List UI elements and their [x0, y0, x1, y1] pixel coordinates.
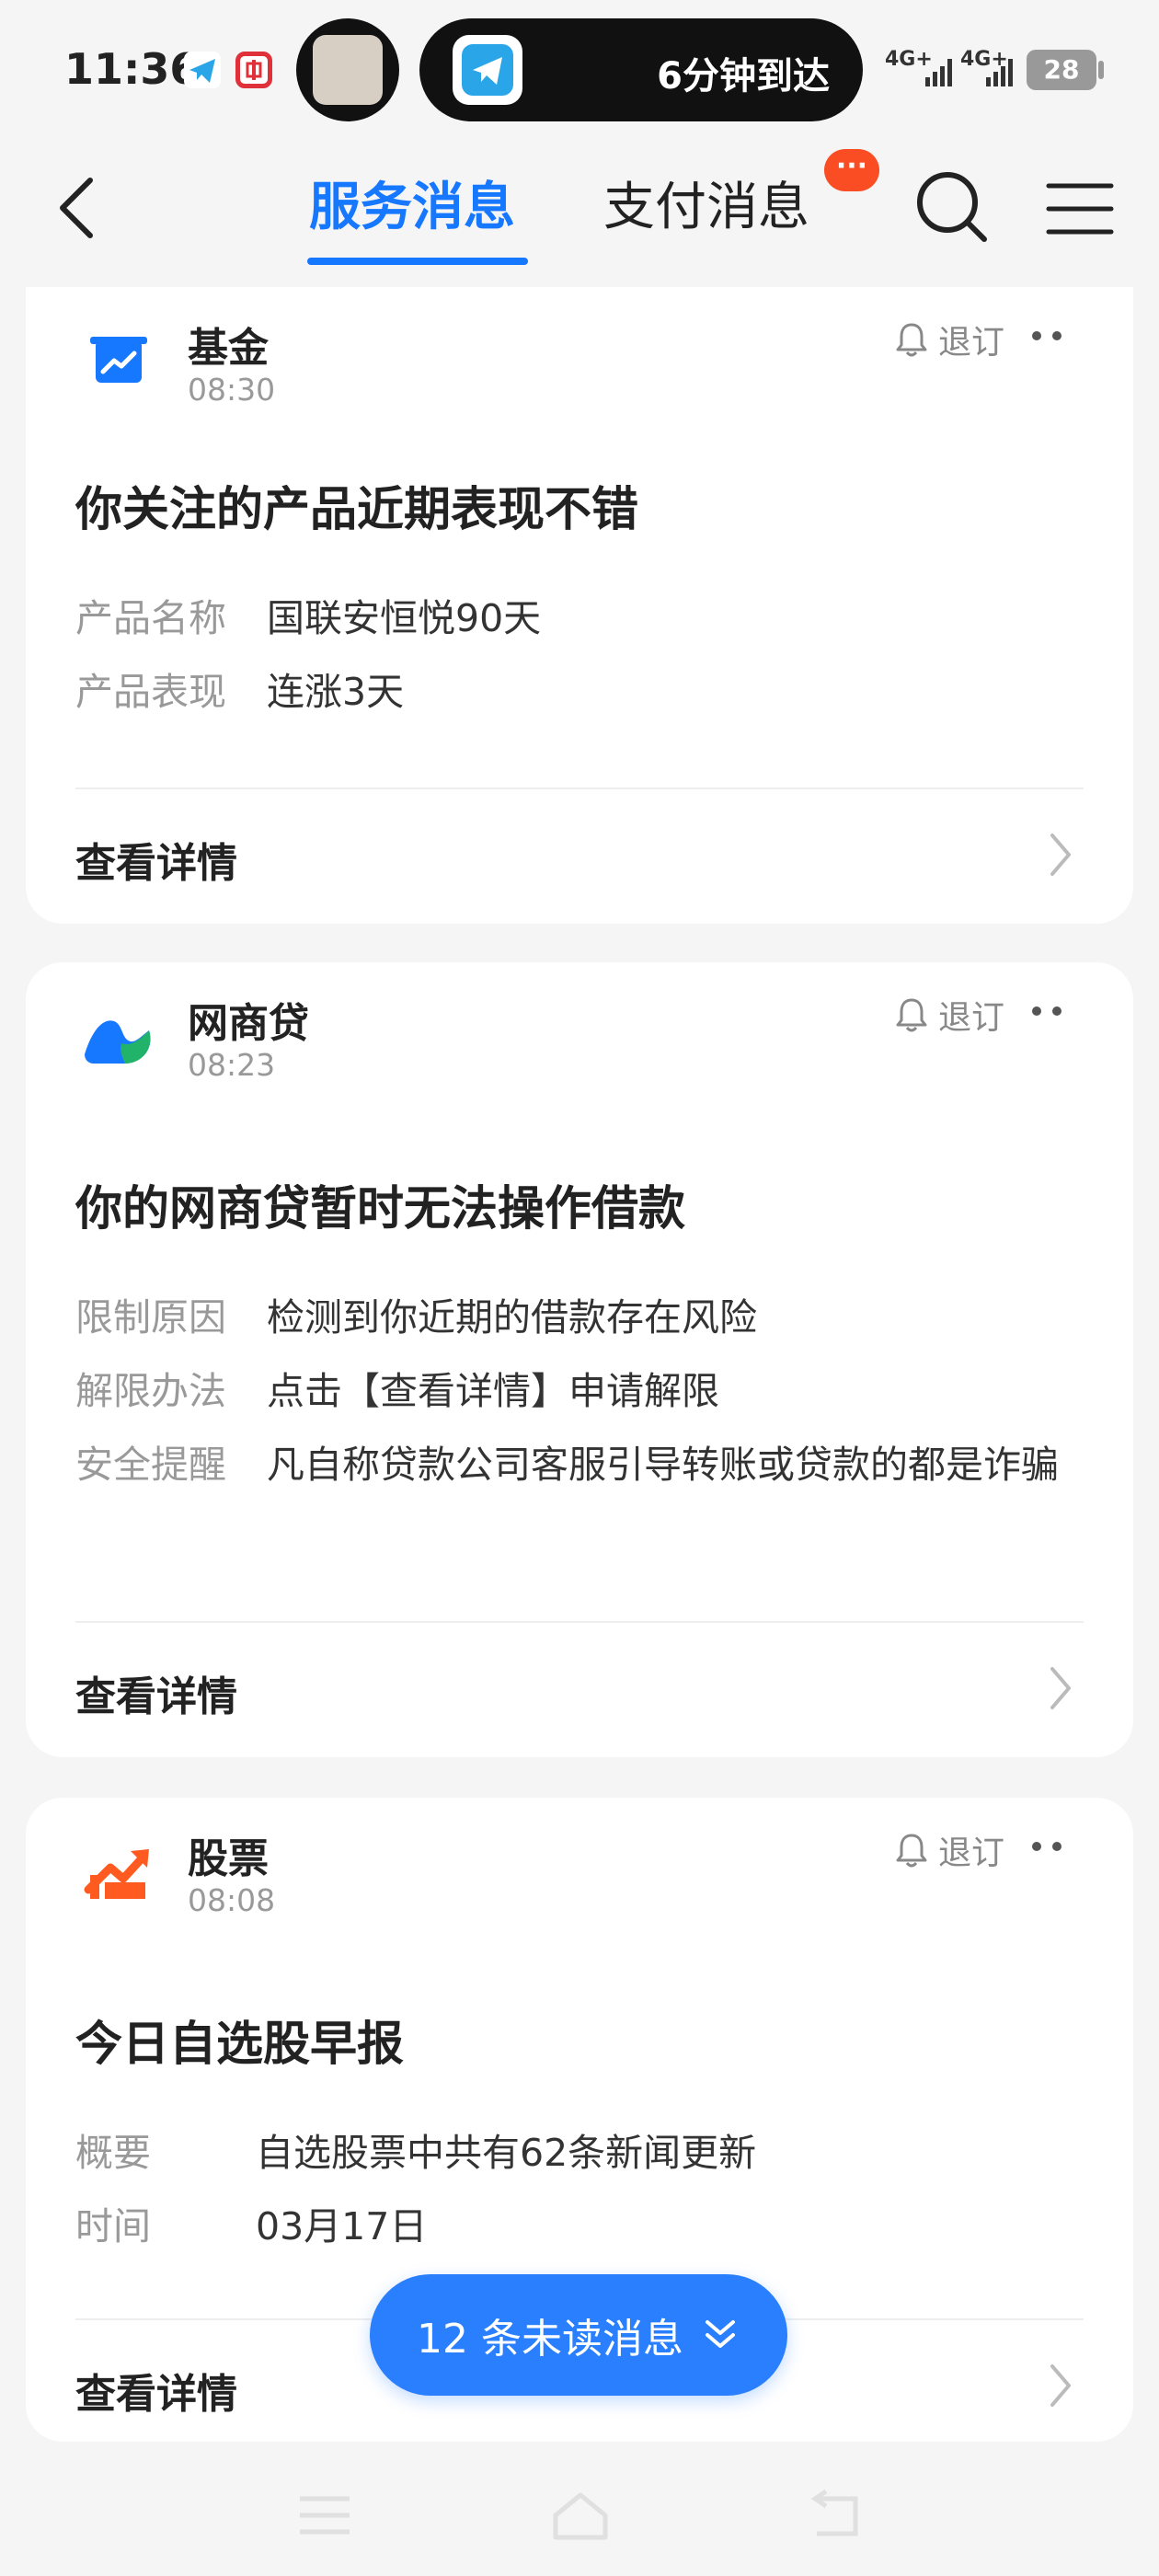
- battery-icon: [1098, 61, 1104, 79]
- unsubscribe-label: 退订: [937, 999, 1004, 1037]
- avatar: [313, 35, 383, 105]
- view-details-link[interactable]: 查看详情: [75, 2361, 237, 2420]
- bell-icon: [896, 323, 927, 357]
- tab-service-messages[interactable]: 服务消息: [309, 166, 515, 240]
- divider: [75, 1621, 1084, 1623]
- bell-icon: [896, 998, 927, 1032]
- header-nav: 服务消息 支付消息 ···: [0, 138, 1159, 285]
- home-icon[interactable]: [548, 2490, 613, 2541]
- row-value: 03月17日: [256, 2204, 428, 2248]
- row-value: 检测到你近期的借款存在风险: [267, 1295, 757, 1340]
- telegram-notification-icon: [184, 52, 221, 88]
- row-value: 国联安恒悦90天: [267, 596, 542, 640]
- message-time: 08:08: [188, 1882, 276, 1918]
- more-options-icon[interactable]: [1028, 1003, 1067, 1021]
- live-activity-avatar[interactable]: [296, 18, 399, 121]
- mybank-loan-icon: [75, 994, 162, 1080]
- row-label: 安全提醒: [75, 1443, 226, 1487]
- row-value: 凡自称贷款公司客服引导转账或贷款的都是诈骗: [267, 1443, 1059, 1487]
- telegram-app-icon: [453, 35, 522, 105]
- row-value: 自选股票中共有62条新闻更新: [256, 2131, 757, 2175]
- row-label: 限制原因: [75, 1295, 226, 1340]
- bank-notification-icon: [235, 52, 272, 88]
- row-label: 概要: [75, 2131, 151, 2175]
- row-label: 时间: [75, 2204, 151, 2248]
- message-title: 你的网商贷暂时无法操作借款: [75, 1182, 686, 1236]
- view-details-link[interactable]: 查看详情: [75, 1663, 237, 1722]
- active-tab-indicator: [307, 258, 528, 265]
- unsubscribe-label: 退订: [937, 324, 1004, 362]
- signal-icon: [924, 55, 957, 88]
- info-row: 安全提醒 凡自称贷款公司客服引导转账或贷款的都是诈骗: [75, 1433, 1078, 1496]
- row-value: 连涨3天: [267, 670, 405, 714]
- tab-payment-messages[interactable]: 支付消息: [603, 166, 809, 240]
- hamburger-menu-icon: [1046, 183, 1114, 235]
- message-title: 你关注的产品近期表现不错: [75, 483, 639, 537]
- chevron-right-icon[interactable]: [1047, 832, 1074, 878]
- dynamic-island[interactable]: 6分钟到达: [419, 18, 863, 121]
- status-time: 11:36: [64, 44, 200, 94]
- unread-messages-button[interactable]: 12 条未读消息: [370, 2274, 787, 2396]
- info-row: 时间 03月17日: [75, 2195, 1078, 2258]
- unread-messages-label: 12 条未读消息: [417, 2316, 683, 2363]
- status-bar: 11:36 6分钟到达 4G+ 4G+ 28: [0, 0, 1159, 138]
- info-row: 产品名称 国联安恒悦90天: [75, 587, 1078, 650]
- fund-chart-icon: [75, 318, 162, 405]
- battery-level: 28: [1027, 50, 1096, 90]
- sender-name: 股票: [188, 1835, 269, 1882]
- message-card-fund: 基金 08:30 退订 你关注的产品近期表现不错 产品名称 国联安恒悦90天 产…: [26, 287, 1133, 924]
- more-options-icon[interactable]: [1028, 328, 1067, 346]
- sender-name: 基金: [188, 325, 269, 372]
- unread-badge: ···: [824, 149, 879, 191]
- row-label: 解限办法: [75, 1369, 226, 1413]
- info-row: 解限办法 点击【查看详情】申请解限: [75, 1360, 1078, 1422]
- sender-name: 网商贷: [188, 1000, 309, 1047]
- chevron-right-icon[interactable]: [1047, 1665, 1074, 1711]
- island-eta-text: 6分钟到达: [657, 55, 830, 98]
- unsubscribe-button[interactable]: 退订: [894, 1827, 1004, 1873]
- back-nav-icon[interactable]: [804, 2490, 868, 2541]
- back-button[interactable]: [48, 171, 112, 245]
- row-value: 点击【查看详情】申请解限: [267, 1369, 719, 1413]
- message-time: 08:23: [188, 1047, 276, 1083]
- info-row: 产品表现 连涨3天: [75, 661, 1078, 723]
- info-row: 概要 自选股票中共有62条新闻更新: [75, 2122, 1078, 2184]
- info-row: 限制原因 检测到你近期的借款存在风险: [75, 1286, 1078, 1349]
- chevron-right-icon[interactable]: [1047, 2363, 1074, 2409]
- view-details-link[interactable]: 查看详情: [75, 830, 237, 889]
- message-time: 08:30: [188, 372, 276, 408]
- message-card-loan: 网商贷 08:23 退订 你的网商贷暂时无法操作借款 限制原因 检测到你近期的借…: [26, 962, 1133, 1757]
- bell-icon: [896, 1834, 927, 1868]
- unsubscribe-button[interactable]: 退订: [894, 316, 1004, 362]
- search-icon: [917, 172, 987, 242]
- search-button[interactable]: [911, 166, 993, 248]
- row-label: 产品名称: [75, 596, 226, 640]
- row-label: 产品表现: [75, 670, 226, 714]
- system-nav-bar: [0, 2447, 1159, 2576]
- more-options-icon[interactable]: [1028, 1838, 1067, 1857]
- unsubscribe-label: 退订: [937, 1834, 1004, 1872]
- message-title: 今日自选股早报: [75, 2018, 405, 2072]
- signal-icon-2: [984, 55, 1017, 88]
- stock-trend-icon: [75, 1829, 162, 1915]
- menu-button[interactable]: [1045, 177, 1115, 241]
- double-chevron-down-icon: [705, 2320, 735, 2348]
- chevron-left-icon: [60, 178, 93, 238]
- divider: [75, 788, 1084, 789]
- recent-apps-icon[interactable]: [293, 2490, 357, 2541]
- unsubscribe-button[interactable]: 退订: [894, 992, 1004, 1038]
